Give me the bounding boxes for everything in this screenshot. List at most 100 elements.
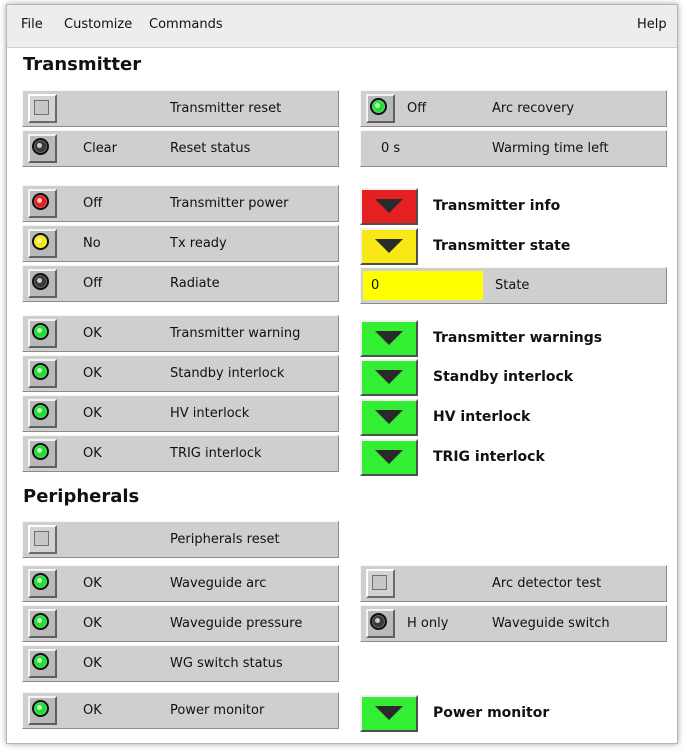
trig-interlock-led-cell xyxy=(28,439,57,468)
power-monitor-panel: OK Power monitor xyxy=(22,692,339,729)
hv-interlock-led-icon xyxy=(32,403,49,420)
transmitter-section-title: Transmitter xyxy=(23,54,142,75)
dropdown-arrow-icon xyxy=(375,199,403,213)
peripherals-reset-button[interactable] xyxy=(28,525,57,554)
transmitter-warnings-label: Transmitter warnings xyxy=(433,330,603,346)
dropdown-arrow-icon xyxy=(375,370,403,384)
waveguide-arc-led-icon xyxy=(32,573,49,590)
arc-detector-test-button[interactable] xyxy=(366,569,395,598)
trig-interlock-button[interactable] xyxy=(360,439,418,476)
menu-help[interactable]: Help xyxy=(637,17,667,32)
transmitter-warning-state: OK xyxy=(83,326,102,341)
reset-status-panel: Clear Reset status xyxy=(22,130,339,167)
standby-interlock-panel: OK Standby interlock xyxy=(22,355,339,392)
standby-interlock-label: Standby interlock xyxy=(170,366,285,381)
menu-customize[interactable]: Customize xyxy=(64,17,132,32)
dropdown-arrow-icon xyxy=(375,706,403,720)
wg-switch-status-panel: OK WG switch status xyxy=(22,645,339,682)
trig-interlock-led-icon xyxy=(32,443,49,460)
standby-interlock-led-icon xyxy=(32,363,49,380)
reset-status-led-icon xyxy=(32,138,49,155)
peripherals-section-title: Peripherals xyxy=(23,486,140,507)
transmitter-control-window: File Customize Commands Help Transmitter… xyxy=(6,4,678,744)
warming-time-panel: 0 s Warming time left xyxy=(360,130,667,167)
radiate-led-cell xyxy=(28,269,57,298)
arc-detector-test-panel: Arc detector test xyxy=(360,565,667,602)
menu-file[interactable]: File xyxy=(21,17,43,32)
standby-interlock-led-cell xyxy=(28,359,57,388)
radiate-state: Off xyxy=(83,276,103,291)
transmitter-power-label: Transmitter power xyxy=(170,196,289,211)
power-monitor-led-cell xyxy=(28,696,57,725)
waveguide-arc-led-cell xyxy=(28,569,57,598)
transmitter-power-led-cell xyxy=(28,189,57,218)
tx-ready-panel: No Tx ready xyxy=(22,225,339,262)
waveguide-switch-led-cell[interactable] xyxy=(366,609,395,638)
power-monitor-button[interactable] xyxy=(360,695,418,732)
menu-commands[interactable]: Commands xyxy=(149,17,223,32)
power-monitor-led-icon xyxy=(32,700,49,717)
waveguide-switch-panel: H only Waveguide switch xyxy=(360,605,667,642)
waveguide-pressure-led-icon xyxy=(32,613,49,630)
state-value: 0 xyxy=(363,271,483,300)
arc-recovery-state: Off xyxy=(407,101,427,116)
waveguide-arc-state: OK xyxy=(83,576,102,591)
button-face xyxy=(372,575,387,590)
radiate-led-icon xyxy=(32,273,49,290)
hv-interlock-state: OK xyxy=(83,406,102,421)
tx-ready-led-cell xyxy=(28,229,57,258)
reset-status-label: Reset status xyxy=(170,141,251,156)
waveguide-pressure-label: Waveguide pressure xyxy=(170,616,303,631)
waveguide-switch-state: H only xyxy=(407,616,449,631)
dropdown-arrow-icon xyxy=(375,331,403,345)
arc-detector-test-label: Arc detector test xyxy=(492,576,602,591)
wg-switch-status-label: WG switch status xyxy=(170,656,283,671)
peripherals-reset-panel: Peripherals reset xyxy=(22,521,339,558)
standby-interlock-button[interactable] xyxy=(360,359,418,396)
transmitter-power-panel: Off Transmitter power xyxy=(22,185,339,222)
standby-interlock-state: OK xyxy=(83,366,102,381)
menu-bar: File Customize Commands Help xyxy=(7,5,677,48)
transmitter-warning-led-cell xyxy=(28,319,57,348)
transmitter-state-label: Transmitter state xyxy=(433,238,571,254)
transmitter-power-led-icon xyxy=(32,193,49,210)
standby-interlock-btn-label: Standby interlock xyxy=(433,369,574,385)
transmitter-warning-label: Transmitter warning xyxy=(170,326,301,341)
power-monitor-label: Power monitor xyxy=(170,703,265,718)
radiate-label: Radiate xyxy=(170,276,220,291)
transmitter-warning-led-icon xyxy=(32,323,49,340)
dropdown-arrow-icon xyxy=(375,450,403,464)
trig-interlock-panel: OK TRIG interlock xyxy=(22,435,339,472)
transmitter-info-button[interactable] xyxy=(360,188,418,225)
arc-recovery-panel: Off Arc recovery xyxy=(360,90,667,127)
hv-interlock-panel: OK HV interlock xyxy=(22,395,339,432)
button-face xyxy=(34,100,49,115)
waveguide-switch-label: Waveguide switch xyxy=(492,616,610,631)
power-monitor-state: OK xyxy=(83,703,102,718)
transmitter-reset-panel: Transmitter reset xyxy=(22,90,339,127)
waveguide-arc-label: Waveguide arc xyxy=(170,576,267,591)
power-monitor-btn-label: Power monitor xyxy=(433,705,550,721)
waveguide-pressure-panel: OK Waveguide pressure xyxy=(22,605,339,642)
tx-ready-led-icon xyxy=(32,233,49,250)
radiate-panel: Off Radiate xyxy=(22,265,339,302)
trig-interlock-state: OK xyxy=(83,446,102,461)
transmitter-warning-panel: OK Transmitter warning xyxy=(22,315,339,352)
arc-recovery-led-cell[interactable] xyxy=(366,94,395,123)
waveguide-pressure-state: OK xyxy=(83,616,102,631)
transmitter-warnings-button[interactable] xyxy=(360,320,418,357)
button-face xyxy=(34,531,49,546)
tx-ready-state: No xyxy=(83,236,101,251)
trig-interlock-btn-label: TRIG interlock xyxy=(433,449,545,465)
hv-interlock-label: HV interlock xyxy=(170,406,250,421)
transmitter-state-button[interactable] xyxy=(360,228,418,265)
wg-switch-status-led-icon xyxy=(32,653,49,670)
wg-switch-status-led-cell xyxy=(28,649,57,678)
waveguide-arc-panel: OK Waveguide arc xyxy=(22,565,339,602)
waveguide-switch-led-icon xyxy=(370,613,387,630)
transmitter-power-state: Off xyxy=(83,196,103,211)
warming-time-value: 0 s xyxy=(381,141,401,156)
transmitter-reset-button[interactable] xyxy=(28,94,57,123)
hv-interlock-button[interactable] xyxy=(360,399,418,436)
hv-interlock-btn-label: HV interlock xyxy=(433,409,531,425)
